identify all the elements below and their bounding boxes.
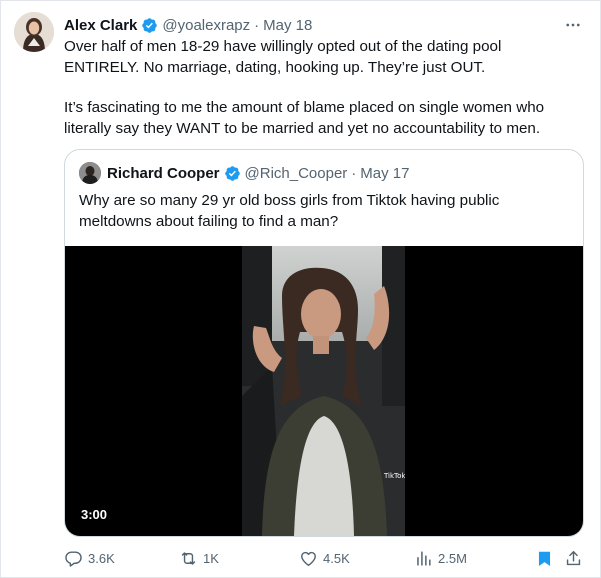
quoted-tweet[interactable]: Richard Cooper @Rich_Cooper · May 17 Why… xyxy=(64,149,584,537)
more-options-button[interactable] xyxy=(561,14,585,36)
views-count: 2.5M xyxy=(438,550,467,566)
author-avatar-image xyxy=(14,12,54,52)
reply-icon xyxy=(65,550,82,567)
share-icon xyxy=(566,550,581,565)
video-thumbnail: TikTok xyxy=(242,246,405,536)
share-button[interactable] xyxy=(564,543,588,573)
tweet-header: Alex Clark @yoalexrapz · May 18 xyxy=(64,15,312,35)
quoted-date[interactable]: May 17 xyxy=(360,165,409,182)
like-count: 4.5K xyxy=(323,550,350,566)
retweet-button[interactable]: 1K xyxy=(179,543,219,573)
reply-count: 3.6K xyxy=(88,550,115,566)
like-icon xyxy=(301,551,316,566)
views-button[interactable]: 2.5M xyxy=(414,543,467,573)
verified-badge-icon xyxy=(142,17,158,33)
more-icon xyxy=(566,23,580,27)
tweet-text: Over half of men 18-29 have willingly op… xyxy=(64,37,564,139)
views-icon xyxy=(417,550,431,566)
quoted-text: Why are so many 29 yr old boss girls fro… xyxy=(79,192,500,230)
like-button[interactable]: 4.5K xyxy=(299,543,350,573)
video-player[interactable]: TikTok 3:00 xyxy=(65,246,583,536)
bookmark-icon xyxy=(538,551,551,566)
action-bar: 3.6K 1K 4.5K 2.5M xyxy=(64,543,586,573)
quoted-verified-badge-icon xyxy=(224,165,240,181)
quoted-author-handle[interactable]: @Rich_Cooper xyxy=(245,165,348,182)
quoted-author-name[interactable]: Richard Cooper xyxy=(107,165,220,182)
reply-button[interactable]: 3.6K xyxy=(64,543,115,573)
tiktok-watermark: TikTok xyxy=(383,472,405,480)
bookmark-button[interactable] xyxy=(535,543,559,573)
retweet-icon xyxy=(181,551,196,565)
video-duration: 3:00 xyxy=(81,507,108,522)
author-handle[interactable]: @yoalexrapz xyxy=(162,17,250,34)
author-name[interactable]: Alex Clark xyxy=(64,17,137,34)
header-separator: · xyxy=(254,16,260,34)
video-frame: TikTok xyxy=(242,246,405,536)
retweet-count: 1K xyxy=(203,550,219,566)
quoted-header-separator: · xyxy=(351,164,357,182)
quoted-header: Richard Cooper @Rich_Cooper · May 17 xyxy=(107,163,410,183)
author-avatar[interactable] xyxy=(14,12,54,52)
tweet-paragraph-2: It’s fascinating to me the amount of bla… xyxy=(64,99,545,137)
quoted-avatar-image xyxy=(79,162,101,184)
tweet-date[interactable]: May 18 xyxy=(263,17,312,34)
tweet-paragraph-1: Over half of men 18-29 have willingly op… xyxy=(64,38,502,76)
quoted-author-avatar[interactable] xyxy=(79,162,101,184)
